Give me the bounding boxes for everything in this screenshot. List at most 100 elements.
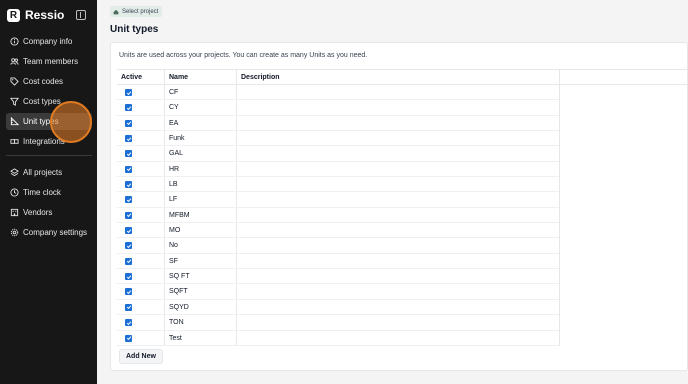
column-divider: [559, 70, 560, 346]
page-title: Unit types: [110, 24, 159, 35]
sidebar-item-company-settings[interactable]: Company settings: [6, 224, 92, 241]
users-icon: [10, 57, 19, 66]
ressio-logo-icon: R: [7, 8, 20, 22]
gear-icon: [10, 228, 19, 237]
table-row[interactable]: LB: [117, 177, 559, 193]
unit-types-card: Units are used across your projects. You…: [110, 42, 688, 371]
sidebar-item-label: Vendors: [23, 208, 53, 217]
sidebar: R Ressio Company info Team members Cost …: [0, 0, 97, 384]
sidebar-item-all-projects[interactable]: All projects: [6, 164, 92, 181]
active-checkbox[interactable]: [125, 196, 132, 204]
table-row[interactable]: CY: [117, 100, 559, 116]
unit-name: HR: [169, 165, 180, 173]
app-name: Ressio: [25, 8, 65, 22]
brand[interactable]: R Ressio: [7, 8, 64, 22]
active-checkbox[interactable]: [125, 273, 132, 281]
sidebar-item-label: Integrations: [23, 137, 65, 146]
table-body: CF CY EA Funk GAL HR LB LF MFBM MO No SF SQ FT SQFT SQ…: [117, 85, 688, 346]
active-checkbox[interactable]: [125, 319, 132, 327]
sidebar-divider: [6, 155, 92, 156]
active-checkbox[interactable]: [125, 288, 132, 296]
table-row[interactable]: GAL: [117, 146, 559, 162]
active-checkbox[interactable]: [125, 211, 132, 219]
unit-name: SF: [169, 257, 178, 265]
sidebar-item-label: Time clock: [23, 188, 61, 197]
sidebar-item-company-info[interactable]: Company info: [6, 33, 92, 50]
sidebar-item-label: Unit types: [23, 117, 59, 126]
layers-icon: [10, 168, 19, 177]
active-checkbox[interactable]: [125, 334, 132, 342]
table-row[interactable]: MFBM: [117, 208, 559, 224]
table-row[interactable]: LF: [117, 192, 559, 208]
unit-name: MO: [169, 227, 181, 235]
unit-name: No: [169, 242, 178, 250]
sidebar-item-label: Cost codes: [23, 77, 64, 86]
tag-icon: [10, 77, 19, 86]
unit-types-table: Active Name Description CF CY EA Funk GAL HR L…: [117, 69, 688, 346]
clock-icon: [10, 188, 19, 197]
table-row[interactable]: MO: [117, 223, 559, 239]
active-checkbox[interactable]: [125, 150, 132, 158]
unit-name: SQFT: [169, 288, 188, 296]
unit-name: MFBM: [169, 211, 190, 219]
building-icon: [10, 208, 19, 217]
unit-name: SQ FT: [169, 273, 190, 281]
unit-name: GAL: [169, 150, 184, 158]
plug-icon: [10, 137, 19, 146]
sidebar-item-cost-codes[interactable]: Cost codes: [6, 73, 92, 90]
unit-name: CF: [169, 89, 179, 96]
active-checkbox[interactable]: [125, 119, 132, 127]
table-row[interactable]: TON: [117, 315, 559, 331]
sidebar-item-unit-types[interactable]: Unit types: [6, 113, 92, 130]
unit-name: Test: [169, 334, 182, 342]
filter-icon: [10, 97, 19, 106]
table-row[interactable]: SQYD: [117, 300, 559, 316]
active-checkbox[interactable]: [125, 257, 132, 265]
project-selector-label: Select project: [122, 8, 159, 15]
sidebar-item-label: All projects: [23, 168, 63, 177]
unit-name: Funk: [169, 135, 185, 143]
sidebar-item-team-members[interactable]: Team members: [6, 53, 92, 70]
sidebar-item-cost-types[interactable]: Cost types: [6, 93, 92, 110]
info-icon: [10, 37, 19, 46]
unit-name: CY: [169, 104, 179, 112]
table-row[interactable]: Funk: [117, 131, 559, 147]
active-checkbox[interactable]: [125, 135, 132, 143]
header-name[interactable]: Name: [169, 74, 188, 81]
table-row[interactable]: No: [117, 238, 559, 254]
sidebar-item-integrations[interactable]: Integrations: [6, 133, 92, 150]
unit-name: LF: [169, 196, 178, 204]
active-checkbox[interactable]: [125, 165, 132, 173]
sidebar-item-label: Company info: [23, 37, 73, 46]
active-checkbox[interactable]: [125, 242, 132, 250]
active-checkbox[interactable]: [125, 181, 132, 189]
active-checkbox[interactable]: [125, 227, 132, 235]
header-active[interactable]: Active: [121, 74, 142, 81]
home-icon: [113, 9, 119, 15]
page-description: Units are used across your projects. You…: [119, 52, 368, 59]
sidebar-item-label: Company settings: [23, 228, 88, 237]
active-checkbox[interactable]: [125, 303, 132, 311]
active-checkbox[interactable]: [125, 104, 132, 112]
collapse-sidebar-icon[interactable]: [76, 10, 86, 20]
unit-name: LB: [169, 181, 178, 189]
table-row[interactable]: HR: [117, 162, 559, 178]
ruler-icon: [10, 117, 19, 126]
sidebar-item-vendors[interactable]: Vendors: [6, 204, 92, 221]
table-row[interactable]: Test: [117, 331, 559, 346]
table-row[interactable]: SF: [117, 254, 559, 270]
header-description[interactable]: Description: [241, 74, 280, 81]
sidebar-item-label: Team members: [23, 57, 79, 66]
add-new-button[interactable]: Add New: [119, 349, 163, 364]
unit-name: EA: [169, 119, 179, 127]
table-row[interactable]: CF: [117, 85, 559, 101]
sidebar-item-time-clock[interactable]: Time clock: [6, 184, 92, 201]
table-row[interactable]: SQ FT: [117, 269, 559, 285]
unit-name: SQYD: [169, 303, 189, 311]
project-selector[interactable]: Select project: [110, 6, 163, 17]
sidebar-item-label: Cost types: [23, 97, 61, 106]
table-row[interactable]: EA: [117, 116, 559, 132]
table-row[interactable]: SQFT: [117, 284, 559, 300]
active-checkbox[interactable]: [125, 89, 132, 96]
table-header: Active Name Description: [117, 70, 688, 85]
